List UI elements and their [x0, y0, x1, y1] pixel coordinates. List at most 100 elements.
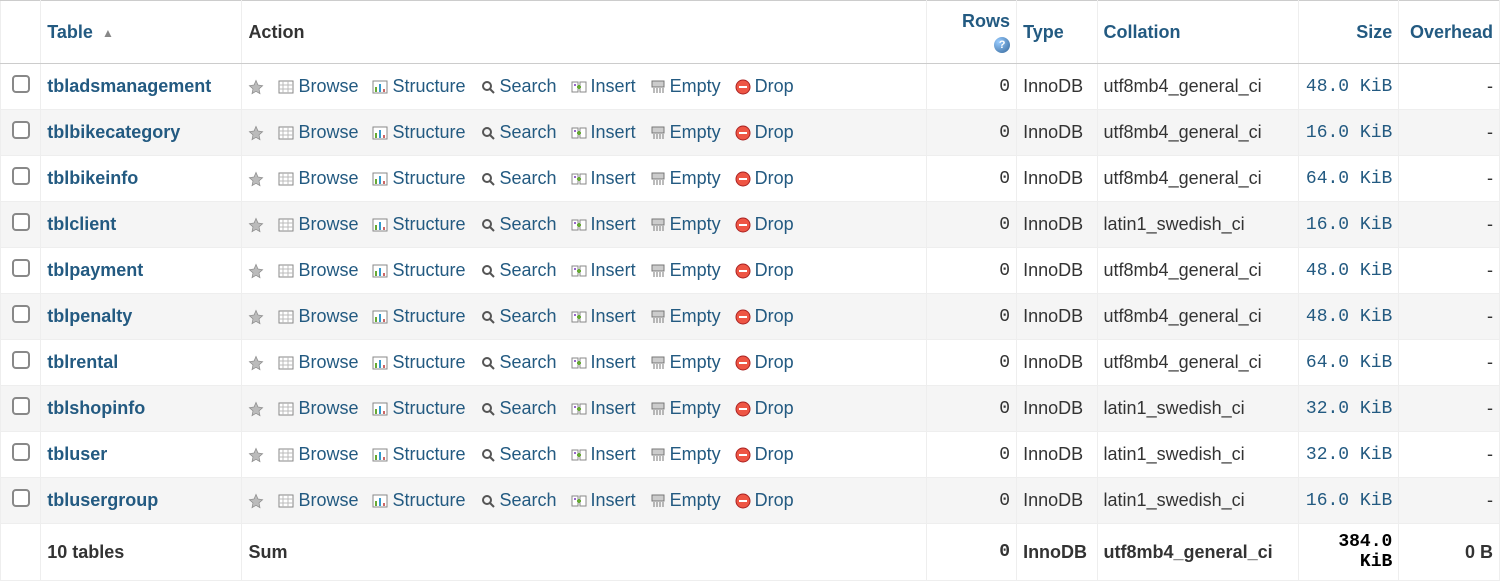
drop-link[interactable]: Drop	[735, 168, 794, 189]
structure-link[interactable]: Structure	[372, 214, 465, 235]
table-name-link[interactable]: tbladsmanagement	[47, 76, 211, 96]
table-name-link[interactable]: tblbikecategory	[47, 122, 180, 142]
empty-link[interactable]: Empty	[650, 306, 721, 327]
insert-link[interactable]: Insert	[571, 352, 636, 373]
size-value[interactable]: 48.0 KiB	[1298, 64, 1399, 110]
browse-link[interactable]: Browse	[278, 444, 358, 465]
insert-link[interactable]: Insert	[571, 214, 636, 235]
favorite-star[interactable]	[248, 122, 264, 144]
favorite-star[interactable]	[248, 352, 264, 374]
drop-link[interactable]: Drop	[735, 352, 794, 373]
help-icon[interactable]: ?	[994, 37, 1010, 53]
row-checkbox[interactable]	[12, 351, 30, 369]
drop-link[interactable]: Drop	[735, 76, 794, 97]
structure-link[interactable]: Structure	[372, 76, 465, 97]
browse-link[interactable]: Browse	[278, 306, 358, 327]
browse-link[interactable]: Browse	[278, 76, 358, 97]
table-name-link[interactable]: tblrental	[47, 352, 118, 372]
header-type[interactable]: Type	[1017, 1, 1097, 64]
row-checkbox[interactable]	[12, 443, 30, 461]
browse-link[interactable]: Browse	[278, 122, 358, 143]
search-link[interactable]: Search	[480, 168, 557, 189]
structure-link[interactable]: Structure	[372, 122, 465, 143]
header-rows[interactable]: Rows ?	[926, 1, 1017, 64]
empty-link[interactable]: Empty	[650, 490, 721, 511]
row-checkbox[interactable]	[12, 397, 30, 415]
search-link[interactable]: Search	[480, 352, 557, 373]
empty-link[interactable]: Empty	[650, 168, 721, 189]
size-value[interactable]: 64.0 KiB	[1298, 156, 1399, 202]
structure-link[interactable]: Structure	[372, 490, 465, 511]
browse-link[interactable]: Browse	[278, 352, 358, 373]
drop-link[interactable]: Drop	[735, 214, 794, 235]
size-value[interactable]: 16.0 KiB	[1298, 202, 1399, 248]
table-name-link[interactable]: tblpayment	[47, 260, 143, 280]
insert-link[interactable]: Insert	[571, 168, 636, 189]
size-value[interactable]: 16.0 KiB	[1298, 110, 1399, 156]
sort-rows-link[interactable]: Rows	[962, 11, 1010, 31]
browse-link[interactable]: Browse	[278, 214, 358, 235]
empty-link[interactable]: Empty	[650, 260, 721, 281]
search-link[interactable]: Search	[480, 444, 557, 465]
row-checkbox[interactable]	[12, 121, 30, 139]
favorite-star[interactable]	[248, 444, 264, 466]
insert-link[interactable]: Insert	[571, 306, 636, 327]
header-overhead[interactable]: Overhead	[1399, 1, 1500, 64]
structure-link[interactable]: Structure	[372, 260, 465, 281]
insert-link[interactable]: Insert	[571, 490, 636, 511]
search-link[interactable]: Search	[480, 76, 557, 97]
row-checkbox[interactable]	[12, 305, 30, 323]
insert-link[interactable]: Insert	[571, 398, 636, 419]
size-value[interactable]: 48.0 KiB	[1298, 294, 1399, 340]
empty-link[interactable]: Empty	[650, 444, 721, 465]
size-value[interactable]: 16.0 KiB	[1298, 478, 1399, 524]
table-name-link[interactable]: tblbikeinfo	[47, 168, 138, 188]
row-checkbox[interactable]	[12, 75, 30, 93]
header-size[interactable]: Size	[1298, 1, 1399, 64]
favorite-star[interactable]	[248, 214, 264, 236]
insert-link[interactable]: Insert	[571, 76, 636, 97]
size-value[interactable]: 48.0 KiB	[1298, 248, 1399, 294]
structure-link[interactable]: Structure	[372, 444, 465, 465]
table-name-link[interactable]: tblclient	[47, 214, 116, 234]
sort-table-link[interactable]: Table ▲	[47, 22, 114, 42]
empty-link[interactable]: Empty	[650, 398, 721, 419]
empty-link[interactable]: Empty	[650, 352, 721, 373]
favorite-star[interactable]	[248, 398, 264, 420]
size-value[interactable]: 64.0 KiB	[1298, 340, 1399, 386]
drop-link[interactable]: Drop	[735, 306, 794, 327]
favorite-star[interactable]	[248, 168, 264, 190]
structure-link[interactable]: Structure	[372, 352, 465, 373]
insert-link[interactable]: Insert	[571, 444, 636, 465]
row-checkbox[interactable]	[12, 213, 30, 231]
browse-link[interactable]: Browse	[278, 398, 358, 419]
drop-link[interactable]: Drop	[735, 490, 794, 511]
search-link[interactable]: Search	[480, 398, 557, 419]
search-link[interactable]: Search	[480, 122, 557, 143]
header-table[interactable]: Table ▲	[41, 1, 242, 64]
row-checkbox[interactable]	[12, 167, 30, 185]
empty-link[interactable]: Empty	[650, 122, 721, 143]
browse-link[interactable]: Browse	[278, 490, 358, 511]
structure-link[interactable]: Structure	[372, 306, 465, 327]
search-link[interactable]: Search	[480, 214, 557, 235]
structure-link[interactable]: Structure	[372, 168, 465, 189]
favorite-star[interactable]	[248, 306, 264, 328]
size-value[interactable]: 32.0 KiB	[1298, 432, 1399, 478]
insert-link[interactable]: Insert	[571, 260, 636, 281]
table-name-link[interactable]: tblusergroup	[47, 490, 158, 510]
structure-link[interactable]: Structure	[372, 398, 465, 419]
table-name-link[interactable]: tbluser	[47, 444, 107, 464]
browse-link[interactable]: Browse	[278, 168, 358, 189]
drop-link[interactable]: Drop	[735, 122, 794, 143]
size-value[interactable]: 32.0 KiB	[1298, 386, 1399, 432]
insert-link[interactable]: Insert	[571, 122, 636, 143]
empty-link[interactable]: Empty	[650, 76, 721, 97]
row-checkbox[interactable]	[12, 489, 30, 507]
favorite-star[interactable]	[248, 260, 264, 282]
table-name-link[interactable]: tblpenalty	[47, 306, 132, 326]
table-name-link[interactable]: tblshopinfo	[47, 398, 145, 418]
row-checkbox[interactable]	[12, 259, 30, 277]
empty-link[interactable]: Empty	[650, 214, 721, 235]
header-collation[interactable]: Collation	[1097, 1, 1298, 64]
